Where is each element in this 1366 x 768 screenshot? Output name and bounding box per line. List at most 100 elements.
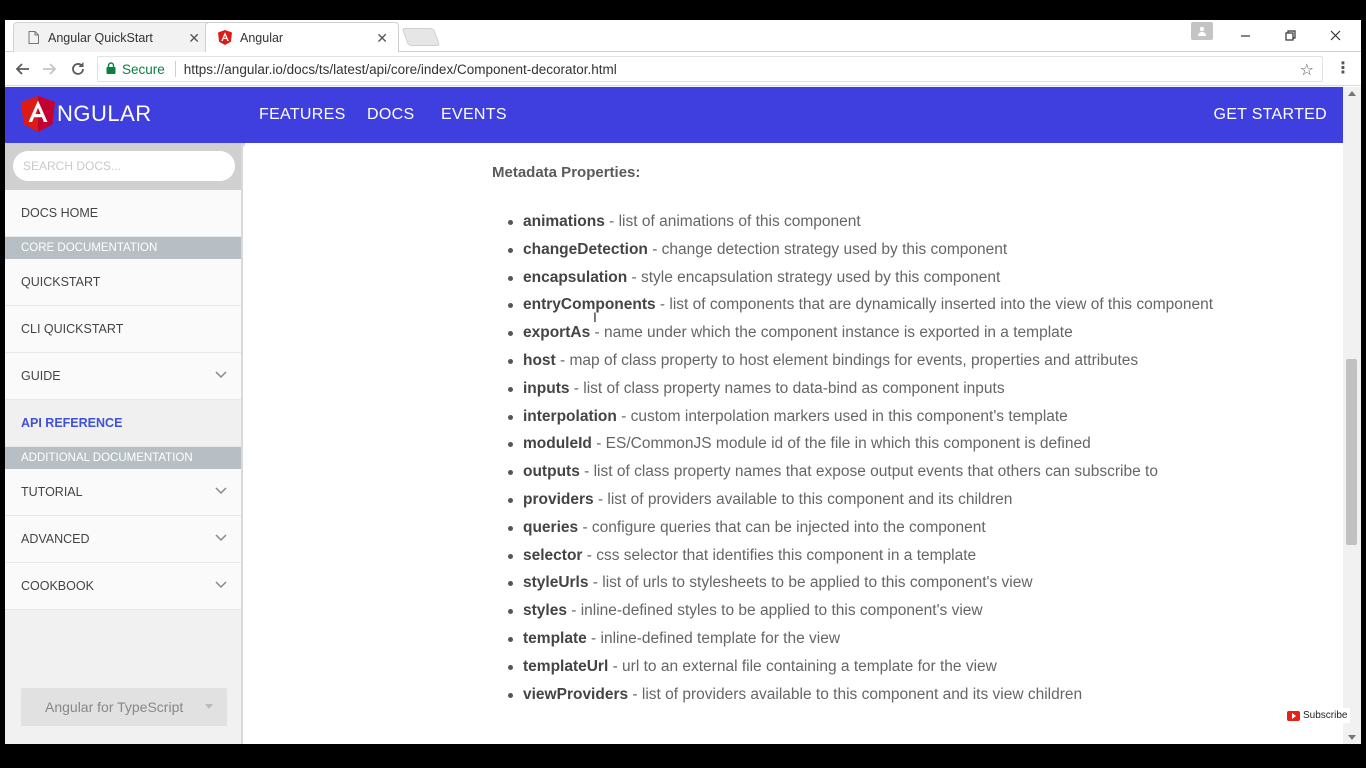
sidebar-item-label: DOCS HOME	[21, 206, 99, 220]
scroll-up-icon[interactable]	[1348, 91, 1356, 96]
new-tab-button[interactable]	[401, 28, 441, 46]
close-tab-icon[interactable]: ✕	[188, 30, 200, 47]
close-tab-icon[interactable]: ✕	[376, 30, 388, 47]
main-content: Metadata Properties: animations - list o…	[245, 143, 1343, 744]
sidebar-item-docs-home[interactable]: DOCS HOME	[5, 190, 241, 237]
close-window-icon[interactable]	[1320, 24, 1350, 46]
metadata-properties-list: animations - list of animations of this …	[507, 213, 1214, 714]
list-item: exportAs - name under which the componen…	[507, 324, 1213, 352]
language-select[interactable]: Angular for TypeScript	[21, 688, 227, 726]
list-item: viewProviders - list of providers availa…	[507, 685, 1213, 714]
property-description: - css selector that identifies this comp…	[582, 546, 977, 564]
restore-icon[interactable]	[1275, 24, 1305, 46]
property-name: animations	[523, 213, 605, 230]
angular-icon	[218, 30, 232, 45]
list-item: providers - list of providers available …	[507, 490, 1213, 519]
nav-docs[interactable]: DOCS	[367, 106, 414, 124]
forward-icon[interactable]	[39, 58, 61, 80]
sidebar-item-label: QUICKSTART	[21, 275, 101, 289]
bookmark-star-icon[interactable]: ☆	[1300, 60, 1314, 80]
property-description: - list of providers available to this co…	[628, 685, 1083, 703]
back-icon[interactable]	[11, 58, 33, 80]
sidebar-item-api-reference[interactable]: API REFERENCE	[5, 400, 241, 447]
get-started-link[interactable]: GET STARTED	[1213, 106, 1327, 124]
list-item: templateUrl - url to an external file co…	[507, 657, 1213, 686]
property-description: - list of components that are dynamicall…	[655, 296, 1214, 314]
sidebar-item-quickstart[interactable]: QUICKSTART	[5, 259, 241, 306]
sidebar-item-advanced[interactable]: ADVANCED	[5, 516, 241, 563]
list-item: entryComponents - list of components tha…	[507, 296, 1214, 324]
list-item: encapsulation - style encapsulation stra…	[507, 268, 1213, 297]
angular-logo[interactable]: NGULAR	[21, 96, 152, 132]
address-separator	[174, 61, 176, 77]
lock-icon	[106, 61, 116, 77]
list-item: interpolation - custom interpolation mar…	[507, 407, 1213, 436]
list-item: selector - css selector that identifies …	[507, 546, 1213, 575]
property-description: - style encapsulation strategy used by t…	[627, 268, 1001, 286]
angular-shield-icon	[21, 96, 55, 132]
section-title: Metadata Properties:	[492, 164, 641, 181]
sidebar-section-core-documentation: CORE DOCUMENTATION	[5, 237, 241, 259]
property-description: - change detection strategy used by this…	[647, 240, 1008, 258]
scrollbar[interactable]	[1343, 87, 1361, 744]
property-description: - list of urls to stylesheets to be appl…	[588, 574, 1033, 592]
list-item: inputs - list of class property names to…	[507, 379, 1213, 408]
text-cursor-icon: I	[593, 309, 597, 325]
sidebar-item-label: CLI QUICKSTART	[21, 322, 124, 336]
property-description: - list of providers available to this co…	[593, 490, 1013, 508]
sidebar-item-label: GUIDE	[21, 369, 61, 383]
reload-icon[interactable]	[67, 58, 89, 80]
property-name: selector	[523, 546, 583, 564]
property-name: outputs	[523, 463, 580, 481]
sidebar-footer: Angular for TypeScript	[5, 670, 241, 744]
caret-down-icon	[205, 704, 213, 709]
property-description: - ES/CommonJS module id of the file in w…	[591, 435, 1091, 453]
scrollbar-thumb[interactable]	[1346, 359, 1357, 545]
property-name: viewProviders	[523, 685, 629, 703]
sidebar-item-cli-quickstart[interactable]: CLI QUICKSTART	[5, 306, 241, 353]
tab-angular[interactable]: Angular ✕	[205, 22, 399, 52]
nav-features[interactable]: FEATURES	[259, 106, 346, 124]
property-name: styleUrls	[523, 574, 589, 592]
chevron-down-icon	[215, 368, 227, 382]
profile-icon[interactable]	[1191, 22, 1213, 40]
docs-sidebar: DOCS HOME CORE DOCUMENTATION QUICKSTART …	[5, 143, 243, 744]
tab-strip: Angular QuickStart ✕ Angular ✕	[5, 20, 1361, 52]
subscribe-badge[interactable]: Subscribe	[1284, 708, 1351, 723]
property-name: host	[523, 351, 556, 369]
minimize-icon[interactable]	[1230, 24, 1260, 46]
search-container	[5, 143, 241, 190]
sidebar-item-label: ADVANCED	[21, 532, 90, 546]
nav-events[interactable]: EVENTS	[441, 106, 507, 124]
sidebar-section-label: CORE DOCUMENTATION	[21, 242, 158, 254]
url-text[interactable]: https://angular.io/docs/ts/latest/api/co…	[184, 62, 617, 77]
tab-title: Angular	[240, 30, 284, 45]
tab-angular-quickstart[interactable]: Angular QuickStart ✕	[13, 22, 211, 52]
property-description: - list of class property names to data-b…	[569, 379, 1005, 397]
list-item: moduleId - ES/CommonJS module id of the …	[507, 435, 1213, 463]
property-name: interpolation	[523, 407, 617, 425]
browser-menu-icon[interactable]: ⋮	[1335, 58, 1351, 78]
property-description: - configure queries that can be injected…	[578, 518, 986, 536]
sidebar-item-label: API REFERENCE	[21, 416, 123, 430]
sidebar-item-guide[interactable]: GUIDE	[5, 353, 241, 400]
browser-window: Angular QuickStart ✕ Angular ✕ Secure ht…	[5, 20, 1361, 744]
property-description: - list of animations of this component	[604, 213, 861, 230]
sidebar-item-tutorial[interactable]: TUTORIAL	[5, 469, 241, 516]
scroll-down-icon[interactable]	[1348, 735, 1356, 740]
list-item: template - inline-defined template for t…	[507, 629, 1213, 658]
list-item: styles - inline-defined styles to be app…	[507, 602, 1213, 630]
youtube-icon	[1287, 710, 1300, 721]
sidebar-item-cookbook[interactable]: COOKBOOK	[5, 563, 241, 610]
property-name: encapsulation	[523, 268, 628, 286]
property-description: - custom interpolation markers used in t…	[616, 407, 1068, 425]
address-bar[interactable]: Secure https://angular.io/docs/ts/latest…	[97, 56, 1323, 82]
search-input[interactable]	[13, 151, 235, 181]
property-name: moduleId	[523, 435, 592, 453]
property-description: - inline-defined template for the view	[586, 629, 841, 647]
property-name: changeDetection	[523, 240, 648, 258]
property-name: providers	[523, 490, 594, 508]
property-name: templateUrl	[523, 657, 609, 675]
list-item: host - map of class property to host ele…	[507, 351, 1213, 380]
sidebar-section-label: ADDITIONAL DOCUMENTATION	[21, 452, 193, 464]
